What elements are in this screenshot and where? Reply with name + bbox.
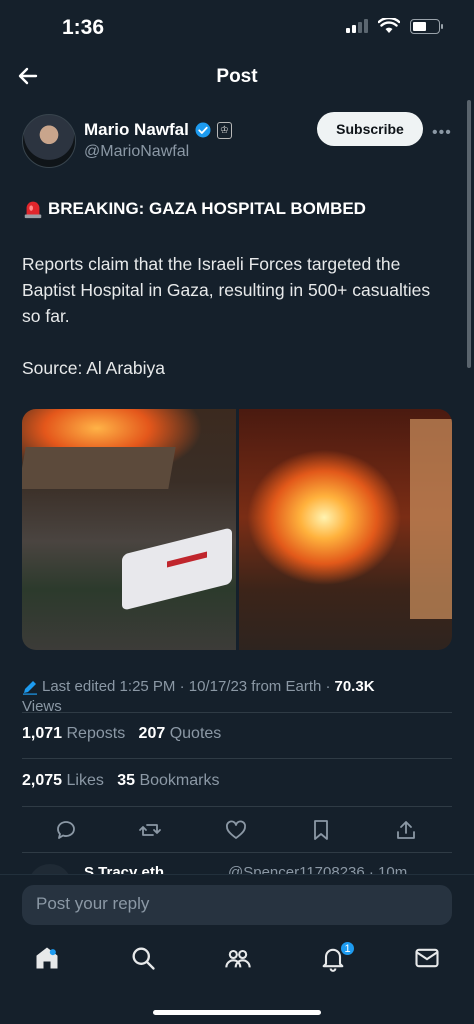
quotes-label: Quotes [169,725,222,742]
bookmarks-label: Bookmarks [139,772,220,789]
subscribe-button[interactable]: Subscribe [317,112,423,146]
cellular-signal-icon [346,19,368,33]
bookmark-icon[interactable] [309,818,333,842]
quotes-stat[interactable]: 207 Quotes [139,725,222,742]
status-icons [346,18,443,34]
communities-icon[interactable] [224,944,252,972]
edited-text[interactable]: Last edited 1:25 PM · 10/17/23 from Eart… [42,678,331,695]
post-media[interactable] [22,409,452,650]
repost-icon[interactable] [138,818,162,842]
author-name-row[interactable]: Mario Nawfal ♔ [84,120,232,140]
search-icon[interactable] [129,944,157,972]
post-action-bar [22,812,452,848]
affiliate-badge-icon[interactable]: ♔ [216,121,232,139]
pencil-edit-icon [23,680,37,695]
messages-envelope-icon[interactable] [413,944,441,972]
media-image-ambulance-fire[interactable] [22,409,236,650]
divider [22,758,452,759]
divider [22,806,452,807]
page-title: Post [216,66,258,87]
share-icon[interactable] [394,818,418,842]
reposts-quotes-row: 1,071 Reposts 207 Quotes [22,725,221,743]
reposts-label: Reposts [66,725,126,742]
home-icon[interactable] [33,944,61,972]
more-options-icon[interactable]: ••• [432,124,452,142]
reply-composer-bar: Post your reply [0,874,474,934]
bookmarks-stat[interactable]: 35 Bookmarks [117,772,219,789]
likes-label: Likes [66,772,104,789]
author-handle[interactable]: @MarioNawfal [84,143,189,161]
reply-icon[interactable] [54,818,78,842]
reposts-count: 1,071 [22,725,63,742]
likes-bookmarks-row: 2,075 Likes 35 Bookmarks [22,772,219,790]
reply-input[interactable]: Post your reply [22,885,452,925]
likes-count: 2,075 [22,772,63,789]
post-source: Source: Al Arabiya [22,358,165,378]
notifications-badge: 1 [339,940,356,957]
status-time: 1:36 [62,16,105,39]
post-headline-row: BREAKING: GAZA HOSPITAL BOMBED [22,198,366,220]
siren-emoji-icon [24,201,42,219]
post-headline: BREAKING: GAZA HOSPITAL BOMBED [48,199,366,218]
scrollbar[interactable] [467,100,471,368]
divider [22,712,452,713]
divider [22,852,452,853]
home-indicator[interactable] [153,1010,321,1015]
post-body: Reports claim that the Israeli Forces ta… [22,254,431,326]
media-image-street-fire[interactable] [238,409,452,650]
top-navigation: Post [0,56,474,98]
views-count: 70.3K [334,678,375,695]
author-name[interactable]: Mario Nawfal [84,120,189,140]
wifi-icon [378,18,400,33]
bookmarks-count: 35 [117,772,135,789]
like-heart-icon[interactable] [224,818,248,842]
battery-icon [410,18,443,34]
author-avatar[interactable] [22,114,76,168]
verified-badge-icon [195,122,211,138]
status-bar: 1:36 [0,0,474,54]
reposts-stat[interactable]: 1,071 Reposts [22,725,125,742]
quotes-count: 207 [138,725,166,742]
edited-info: Last edited 1:25 PM · 10/17/23 from Eart… [22,678,375,695]
likes-stat[interactable]: 2,075 Likes [22,772,104,789]
